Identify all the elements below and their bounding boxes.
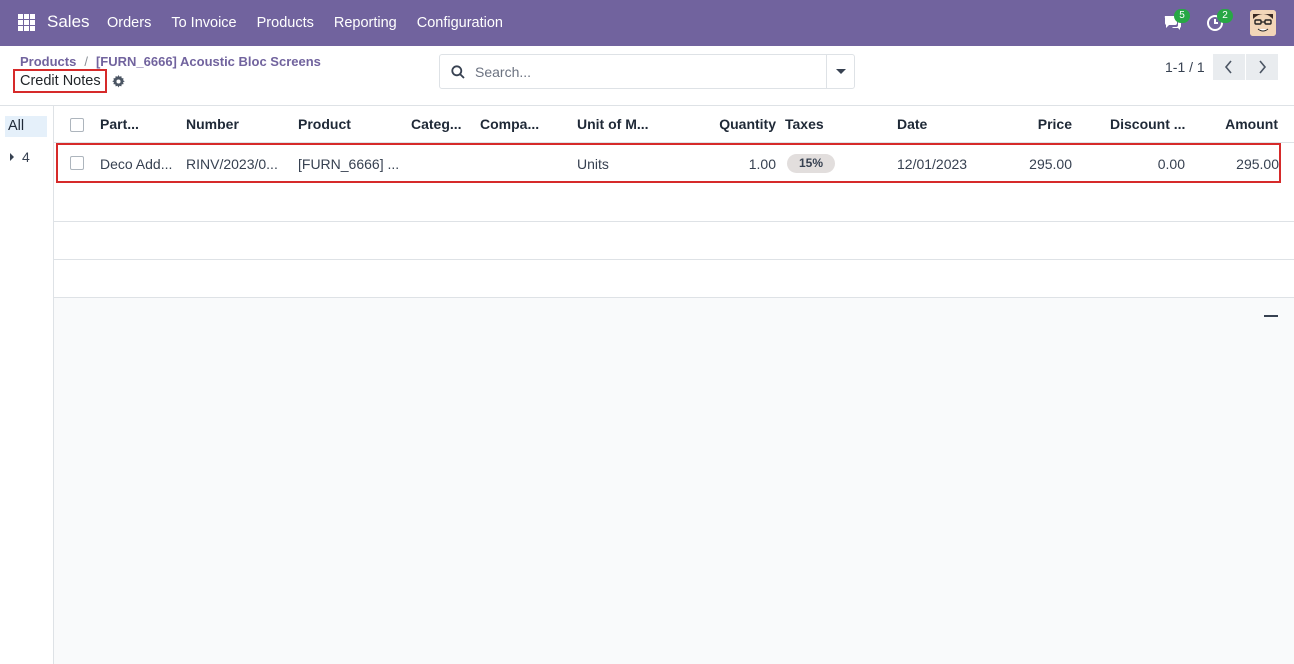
- menu-item-products[interactable]: Products: [247, 0, 324, 46]
- activities-button[interactable]: 2: [1206, 9, 1233, 32]
- column-header-date[interactable]: Date: [897, 116, 927, 132]
- menu-item-configuration[interactable]: Configuration: [407, 0, 513, 46]
- cell-number: RINV/2023/0...: [186, 156, 278, 172]
- column-header-category[interactable]: Categ...: [411, 116, 462, 132]
- column-header-unit-of-measure[interactable]: Unit of M...: [577, 116, 649, 132]
- column-header-company[interactable]: Compa...: [480, 116, 539, 132]
- app-brand[interactable]: Sales: [47, 12, 90, 32]
- title-row: Credit Notes: [13, 69, 125, 93]
- caret-down-icon: [836, 69, 846, 74]
- breadcrumb-product-record[interactable]: [FURN_6666] Acoustic Bloc Screens: [96, 54, 321, 69]
- search-panel-group[interactable]: 4: [10, 149, 30, 165]
- breadcrumb-separator: /: [84, 54, 88, 69]
- top-navbar: Sales Orders To Invoice Products Reporti…: [0, 0, 1294, 46]
- chevron-left-icon: [1224, 60, 1232, 74]
- cell-quantity: 1.00: [748, 156, 776, 172]
- search-panel-group-label: 4: [22, 149, 30, 165]
- cell-date: 12/01/2023: [897, 156, 968, 172]
- pager-next-button[interactable]: [1246, 54, 1278, 80]
- cell-partner: Deco Add...: [100, 156, 173, 172]
- search-icon: [451, 65, 465, 79]
- page-title: Credit Notes: [13, 69, 107, 93]
- search-options-toggle[interactable]: [826, 55, 855, 88]
- chevron-right-icon: [1259, 60, 1267, 74]
- apps-menu-icon[interactable]: [18, 14, 35, 31]
- menu-item-reporting[interactable]: Reporting: [324, 0, 407, 46]
- column-header-discount[interactable]: Discount ...: [1110, 116, 1185, 132]
- menu-item-orders[interactable]: Orders: [97, 0, 161, 46]
- cell-unit-of-measure: Units: [577, 156, 609, 172]
- select-all-checkbox[interactable]: [70, 118, 84, 132]
- table-row[interactable]: Deco Add... RINV/2023/0... [FURN_6666] .…: [56, 143, 1281, 183]
- breadcrumb-products[interactable]: Products: [20, 54, 76, 69]
- column-header-quantity[interactable]: Quantity: [719, 116, 776, 132]
- minus-icon[interactable]: [1264, 315, 1278, 317]
- breadcrumb: Products / [FURN_6666] Acoustic Bloc Scr…: [20, 54, 321, 69]
- empty-table-row: [54, 222, 1294, 260]
- menu-item-to-invoice[interactable]: To Invoice: [161, 0, 246, 46]
- column-header-number[interactable]: Number: [186, 116, 239, 132]
- messages-count-badge: 5: [1174, 9, 1190, 23]
- search-input[interactable]: [475, 61, 855, 83]
- messages-button[interactable]: 5: [1163, 9, 1190, 32]
- pager-previous-button[interactable]: [1213, 54, 1245, 80]
- row-checkbox[interactable]: [70, 156, 84, 170]
- search-bar: [439, 54, 855, 89]
- cell-price: 295.00: [1029, 156, 1072, 172]
- column-header-taxes[interactable]: Taxes: [785, 116, 824, 132]
- caret-right-icon: [10, 153, 14, 161]
- user-avatar[interactable]: [1250, 10, 1276, 36]
- column-header-amount[interactable]: Amount: [1225, 116, 1278, 132]
- activities-count-badge: 2: [1217, 9, 1233, 23]
- empty-table-row: [54, 184, 1294, 222]
- column-header-product[interactable]: Product: [298, 116, 351, 132]
- pager-value[interactable]: 1-1 / 1: [1165, 59, 1205, 75]
- search-panel-all[interactable]: All: [5, 116, 47, 137]
- cell-discount: 0.00: [1157, 156, 1185, 172]
- cell-product: [FURN_6666] ...: [298, 156, 400, 172]
- table-header: Part... Number Product Categ... Compa...…: [54, 106, 1294, 143]
- user-face-icon: [1250, 10, 1276, 36]
- tax-badge: 15%: [787, 154, 835, 173]
- column-header-price[interactable]: Price: [1038, 116, 1072, 132]
- gear-icon[interactable]: [111, 74, 125, 88]
- cell-amount: 295.00: [1236, 156, 1279, 172]
- empty-table-row: [54, 260, 1294, 298]
- search-panel: All 4: [0, 106, 54, 664]
- list-empty-area: [54, 298, 1294, 664]
- column-header-partner[interactable]: Part...: [100, 116, 139, 132]
- main-menu: Orders To Invoice Products Reporting Con…: [97, 0, 513, 46]
